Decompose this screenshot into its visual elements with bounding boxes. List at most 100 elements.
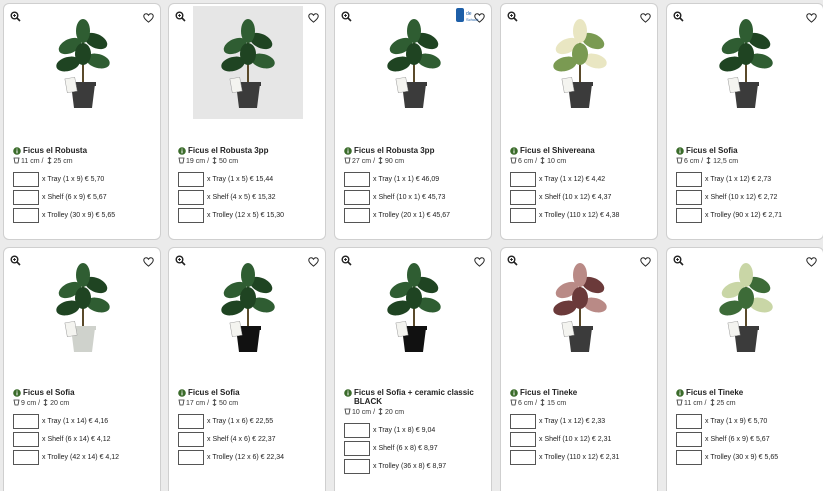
product-card[interactable]: Ficus el Sofia 17 cm / 50 cm x Tray (1 x… [168, 247, 326, 491]
heart-icon[interactable] [474, 254, 485, 267]
info-icon[interactable] [676, 146, 684, 155]
zoom-in-icon[interactable] [673, 253, 684, 266]
zoom-in-icon[interactable] [673, 9, 684, 22]
quantity-input[interactable] [676, 431, 702, 447]
order-option: x Tray (1 x 5) € 15,44 [178, 170, 321, 188]
product-image[interactable] [193, 250, 303, 363]
product-name[interactable]: Ficus el Sofia + ceramic classic BLACK [354, 388, 487, 406]
product-card[interactable]: Ficus el Robusta 11 cm / 25 cm x Tray (1… [3, 3, 161, 240]
info-icon[interactable] [510, 388, 518, 397]
product-image[interactable] [525, 6, 635, 119]
quantity-input[interactable] [510, 449, 536, 465]
product-name[interactable]: Ficus el Sofia [23, 388, 75, 397]
info-icon[interactable] [510, 146, 518, 155]
order-option: x Shelf (10 x 12) € 2,31 [510, 430, 653, 448]
quantity-input[interactable] [510, 189, 536, 205]
product-name[interactable]: Ficus el Robusta [23, 146, 87, 155]
product-image[interactable] [525, 250, 635, 363]
heart-icon[interactable] [143, 254, 154, 267]
quantity-input[interactable] [344, 207, 370, 223]
heart-icon[interactable] [806, 10, 817, 23]
info-icon[interactable] [344, 146, 352, 155]
order-option-label: x Shelf (6 x 9) € 5,67 [42, 193, 107, 201]
quantity-input[interactable] [13, 431, 39, 447]
heart-icon[interactable] [640, 10, 651, 23]
heart-icon[interactable] [308, 254, 319, 267]
quantity-input[interactable] [510, 413, 536, 429]
product-image[interactable] [28, 6, 138, 119]
order-option-label: x Tray (1 x 1) € 46,09 [373, 175, 440, 183]
product-card[interactable]: Ficus el Sofia 9 cm / 20 cm x Tray (1 x … [3, 247, 161, 491]
separator: / [704, 400, 707, 407]
quantity-input[interactable] [178, 449, 204, 465]
quantity-input[interactable] [178, 413, 204, 429]
quantity-input[interactable] [344, 171, 370, 187]
product-card[interactable]: Ficus el Shivereana 6 cm / 10 cm x Tray … [500, 3, 658, 240]
quantity-input[interactable] [13, 413, 39, 429]
product-image[interactable] [359, 250, 469, 363]
product-name[interactable]: Ficus el Tineke [520, 388, 577, 397]
quantity-input[interactable] [344, 440, 370, 456]
heart-icon[interactable] [143, 10, 154, 23]
info-icon[interactable] [13, 388, 21, 397]
pot-size-icon [676, 157, 684, 166]
quantity-input[interactable] [344, 422, 370, 438]
product-image[interactable] [28, 250, 138, 363]
product-name[interactable]: Ficus el Robusta 3pp [188, 146, 268, 155]
info-icon[interactable] [178, 146, 186, 155]
quantity-input[interactable] [344, 458, 370, 474]
quantity-input[interactable] [344, 189, 370, 205]
quantity-input[interactable] [13, 207, 39, 223]
quantity-input[interactable] [676, 189, 702, 205]
quantity-input[interactable] [676, 413, 702, 429]
quantity-input[interactable] [510, 171, 536, 187]
product-image[interactable] [359, 6, 469, 119]
info-icon[interactable] [676, 388, 684, 397]
zoom-in-icon[interactable] [175, 9, 186, 22]
quantity-input[interactable] [13, 171, 39, 187]
product-card[interactable]: Ficus el Sofia + ceramic classic BLACK 1… [334, 247, 492, 491]
order-option: x Trolley (36 x 8) € 8,97 [344, 457, 487, 475]
order-option: x Shelf (4 x 5) € 15,32 [178, 188, 321, 206]
product-name[interactable]: Ficus el Tineke [686, 388, 743, 397]
zoom-in-icon[interactable] [341, 9, 352, 22]
product-grid: Ficus el Robusta 11 cm / 25 cm x Tray (1… [0, 0, 823, 491]
info-icon[interactable] [13, 146, 21, 155]
product-image[interactable] [691, 6, 801, 119]
quantity-input[interactable] [178, 207, 204, 223]
zoom-in-icon[interactable] [10, 253, 21, 266]
zoom-in-icon[interactable] [507, 9, 518, 22]
quantity-input[interactable] [676, 171, 702, 187]
quantity-input[interactable] [13, 449, 39, 465]
info-icon[interactable] [178, 388, 186, 397]
product-name[interactable]: Ficus el Sofia [188, 388, 240, 397]
height-icon [539, 156, 547, 166]
quantity-input[interactable] [178, 189, 204, 205]
zoom-in-icon[interactable] [175, 253, 186, 266]
quantity-input[interactable] [13, 189, 39, 205]
product-card[interactable]: Ficus el Tineke 11 cm / 25 cm x Tray (1 … [666, 247, 823, 491]
product-image[interactable] [691, 250, 801, 363]
heart-icon[interactable] [640, 254, 651, 267]
quantity-input[interactable] [178, 171, 204, 187]
heart-icon[interactable] [308, 10, 319, 23]
zoom-in-icon[interactable] [341, 253, 352, 266]
order-option-label: x Trolley (12 x 5) € 15,30 [207, 211, 285, 219]
quantity-input[interactable] [178, 431, 204, 447]
zoom-in-icon[interactable] [507, 253, 518, 266]
quantity-input[interactable] [676, 449, 702, 465]
product-image[interactable] [193, 6, 303, 119]
product-name[interactable]: Ficus el Shivereana [520, 146, 595, 155]
product-name[interactable]: Ficus el Robusta 3pp [354, 146, 434, 155]
product-card[interactable]: Ficus el Robusta 3pp 19 cm / 50 cm x Tra… [168, 3, 326, 240]
product-card[interactable]: de Schoot Ficus el Robusta 3pp 27 cm / 90… [334, 3, 492, 240]
heart-icon[interactable] [806, 254, 817, 267]
product-card[interactable]: Ficus el Tineke 6 cm / 15 cm x Tray (1 x… [500, 247, 658, 491]
quantity-input[interactable] [510, 431, 536, 447]
info-icon[interactable] [344, 388, 352, 397]
quantity-input[interactable] [510, 207, 536, 223]
product-name[interactable]: Ficus el Sofia [686, 146, 738, 155]
zoom-in-icon[interactable] [10, 9, 21, 22]
product-card[interactable]: Ficus el Sofia 6 cm / 12,5 cm x Tray (1 … [666, 3, 823, 240]
quantity-input[interactable] [676, 207, 702, 223]
